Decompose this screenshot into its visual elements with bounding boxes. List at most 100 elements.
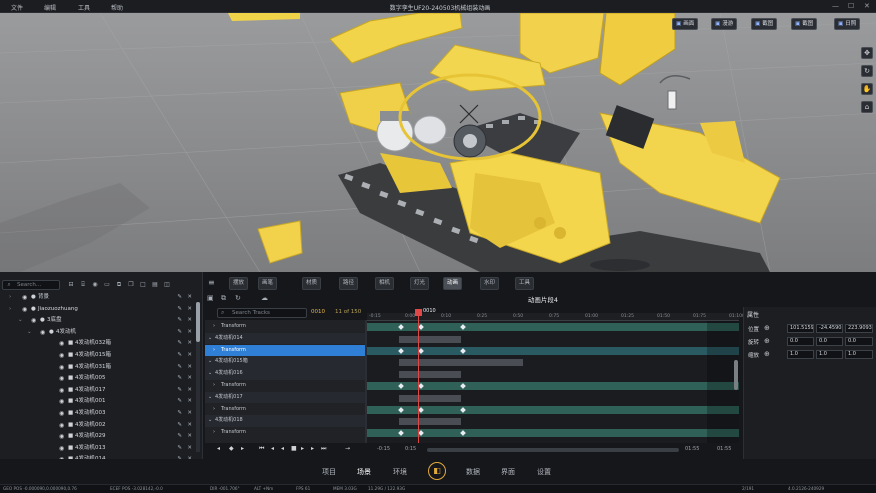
eye-icon[interactable]: ◉ xyxy=(59,408,64,419)
menu-icon[interactable]: ≡ xyxy=(208,278,215,287)
eye-icon[interactable]: ◉ xyxy=(31,315,36,326)
nav-project[interactable]: 项目 xyxy=(322,467,336,477)
timeline-scrollbar[interactable] xyxy=(734,360,738,390)
tab-3[interactable]: 路径 xyxy=(339,277,359,290)
refresh-icon[interactable]: ↻ xyxy=(235,294,241,302)
chevron-right-icon[interactable]: › xyxy=(213,427,215,438)
pan-tool-icon[interactable]: ✋ xyxy=(861,83,873,95)
eye-icon[interactable]: ◉ xyxy=(59,420,64,431)
tab-0[interactable]: 摆放 xyxy=(229,277,249,290)
range-end[interactable]: 01:55 xyxy=(717,446,731,452)
minimize-icon[interactable]: — xyxy=(832,2,839,10)
track-row[interactable]: ⌄ 4发动机018 xyxy=(205,415,365,427)
tree-row[interactable]: ◉ ■ 4发动机013 ✎ ✕ xyxy=(0,443,196,455)
layers-icon[interactable]: ◫ xyxy=(163,280,171,290)
track-row[interactable]: › Transform xyxy=(205,380,365,391)
clip-bar[interactable] xyxy=(399,371,461,379)
eye-icon[interactable]: ◉ xyxy=(59,338,64,349)
track-row[interactable]: › Transform xyxy=(205,427,365,438)
tree-scroll-thumb[interactable] xyxy=(196,302,200,342)
eye-icon[interactable]: ◉ xyxy=(59,385,64,396)
clip-bar[interactable] xyxy=(399,418,461,426)
duplicate-icon[interactable]: ❐ xyxy=(127,280,135,290)
tree-row[interactable]: ◉ ■ 4发动机029 ✎ ✕ xyxy=(0,431,196,443)
eye-icon[interactable]: ◉ xyxy=(59,362,64,373)
eye-icon[interactable]: ◉ xyxy=(22,304,27,315)
scale-z-field[interactable]: 1.0 xyxy=(845,350,873,359)
range-out[interactable]: 01:55 xyxy=(685,446,699,452)
timeline-lanes[interactable] xyxy=(367,321,739,443)
filter-icon[interactable]: ⊟ xyxy=(67,280,75,290)
delete-icon[interactable]: ✕ xyxy=(187,327,192,338)
edit-icon[interactable]: ✎ xyxy=(177,420,182,431)
tree-row[interactable]: ◉ ■ 4发动机015箱 ✎ ✕ xyxy=(0,350,196,362)
sunlight-button[interactable]: ▣ 日照 xyxy=(834,18,861,30)
tree-row[interactable]: ◉ ■ 4发动机003 ✎ ✕ xyxy=(0,408,196,420)
tree-row[interactable]: ◉ ■ 4发动机005 ✎ ✕ xyxy=(0,373,196,385)
screenshot-button[interactable]: ▣ 截图 xyxy=(751,18,778,30)
menu-edit[interactable]: 编辑 xyxy=(44,3,56,12)
tab-7[interactable]: 水印 xyxy=(480,277,500,290)
tree-row[interactable]: ◉ ■ 4发动机017 ✎ ✕ xyxy=(0,385,196,397)
close-window-icon[interactable]: ✕ xyxy=(864,2,870,10)
delete-icon[interactable]: ✕ xyxy=(187,373,192,384)
playhead[interactable] xyxy=(418,310,419,443)
scale-x-field[interactable]: 1.0 xyxy=(787,350,814,359)
edit-icon[interactable]: ✎ xyxy=(177,315,182,326)
track-row[interactable]: › Transform xyxy=(205,404,365,415)
delete-icon[interactable]: ✕ xyxy=(187,431,192,442)
delete-icon[interactable]: ✕ xyxy=(187,292,192,303)
delete-icon[interactable]: ✕ xyxy=(187,443,192,454)
delete-icon[interactable]: ✕ xyxy=(187,396,192,407)
timeline-ruler[interactable]: -0:15 0:00 0:10 0:25 0:50 0:75 01:00 01:25 01:50… xyxy=(367,313,745,321)
3d-viewport[interactable]: ▣ 画面 ▣ 漫游 ▣ 截图 ▣ 截图 ▣ 日照 ✥ ↻ ✋ ⌂ xyxy=(0,13,876,272)
chevron-down-icon[interactable]: ⌄ xyxy=(208,356,212,367)
chevron-right-icon[interactable]: › xyxy=(213,404,215,415)
eye-icon[interactable]: ◉ xyxy=(59,396,64,407)
tree-row[interactable]: › ◉ ● 背景 ✎ ✕ xyxy=(0,292,196,304)
move-tool-icon[interactable]: ✥ xyxy=(861,47,873,59)
rotation-z-field[interactable]: 0.0 xyxy=(845,337,873,346)
chevron-right-icon[interactable]: › xyxy=(213,345,215,356)
track-row[interactable]: ⌄ 4发动机014 xyxy=(205,332,365,345)
menu-help[interactable]: 帮助 xyxy=(111,3,123,12)
folder-icon[interactable]: ▭ xyxy=(103,280,111,290)
play-back-icon[interactable]: ◂ xyxy=(281,445,284,452)
chevron-right-icon[interactable]: › xyxy=(213,321,215,332)
tab-4[interactable]: 相机 xyxy=(375,277,395,290)
position-z-field[interactable]: 223.9093 xyxy=(845,324,873,333)
tree-row[interactable]: › ◉ ● Jiaozuozhuang ✎ ✕ xyxy=(0,304,196,316)
export-arrow-icon[interactable]: → xyxy=(345,445,350,452)
next-key-icon[interactable]: ▸ xyxy=(241,445,244,452)
edit-icon[interactable]: ✎ xyxy=(177,408,182,419)
tree-row[interactable]: ⌄ ◉ ● 4发动机 ✎ ✕ xyxy=(0,327,196,339)
step-back-icon[interactable]: ◂ xyxy=(271,445,274,452)
prev-key-icon[interactable]: ◂ xyxy=(217,445,220,452)
delete-icon[interactable]: ✕ xyxy=(187,408,192,419)
delete-icon[interactable]: ✕ xyxy=(187,420,192,431)
light-icon[interactable]: ◉ xyxy=(91,280,99,290)
last-frame-icon[interactable]: ⏭ xyxy=(321,445,326,453)
clip-bar[interactable] xyxy=(399,394,461,402)
nav-scene[interactable]: 场景 xyxy=(357,467,371,477)
tree-row[interactable]: ◉ ■ 4发动机002 ✎ ✕ xyxy=(0,420,196,432)
delete-icon[interactable]: ✕ xyxy=(187,315,192,326)
tree-scrollbar[interactable] xyxy=(196,302,200,452)
tab-8[interactable]: 工具 xyxy=(515,277,535,290)
position-x-field[interactable]: 101.5159 xyxy=(787,324,814,333)
range-in[interactable]: 0:15 xyxy=(405,446,416,452)
copy-icon[interactable]: ⧉ xyxy=(115,280,123,290)
eye-icon[interactable]: ◉ xyxy=(59,373,64,384)
square-icon[interactable]: □ xyxy=(139,280,147,290)
edit-icon[interactable]: ✎ xyxy=(177,362,182,373)
export-icon[interactable]: ⧉ xyxy=(221,294,226,303)
eye-icon[interactable]: ◉ xyxy=(59,431,64,442)
tree-row[interactable]: ◉ ■ 4发动机031箱 ✎ ✕ xyxy=(0,362,196,374)
track-row[interactable]: ⌄ 4发动机017 xyxy=(205,391,365,404)
position-y-field[interactable]: -24.45908 xyxy=(816,324,843,333)
delete-icon[interactable]: ✕ xyxy=(187,338,192,349)
stop-icon[interactable]: ■ xyxy=(291,445,297,452)
edit-icon[interactable]: ✎ xyxy=(177,431,182,442)
tab-5[interactable]: 灯光 xyxy=(410,277,430,290)
tab-6[interactable]: 动画 xyxy=(443,277,463,290)
